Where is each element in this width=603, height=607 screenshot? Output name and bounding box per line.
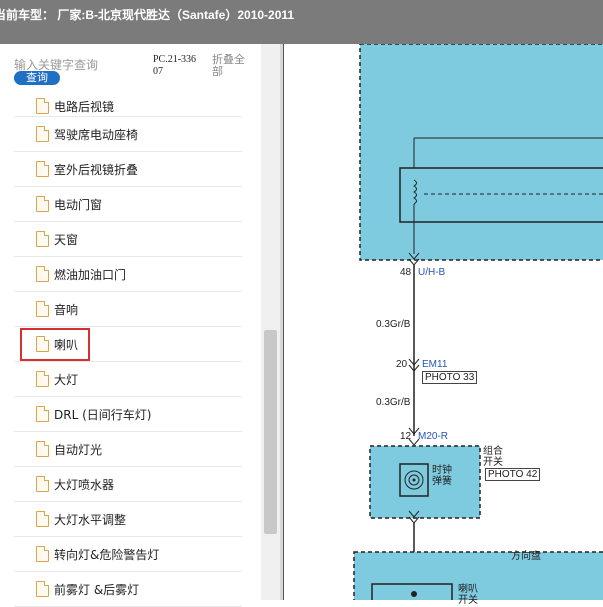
wire-spec-1: 0.3Gr/B [376, 319, 411, 330]
relay-box [399, 167, 603, 223]
tree-item-label: 转向灯&危险警告灯 [54, 547, 160, 562]
tree-item[interactable]: 音响 [14, 292, 242, 327]
document-icon [36, 98, 49, 114]
document-icon [36, 546, 49, 562]
tree-item[interactable]: 大灯 [14, 362, 242, 397]
tree-item[interactable]: 大灯喷水器 [14, 467, 242, 502]
clock-spring-label: 时钟 弹簧 [432, 465, 452, 487]
title-bar: 当前车型： 厂家:B-北京现代胜达（Santafe）2010-2011 [0, 0, 603, 44]
document-icon [36, 161, 49, 177]
wiring-diagram-graphic [353, 44, 603, 600]
photo-42-label: PHOTO 42 [485, 468, 541, 481]
tree-item[interactable]: 自动灯光 [14, 432, 242, 467]
horn-switch-label: 喇叭 开关 [458, 584, 478, 606]
tree-item[interactable]: 燃油加油口门 [14, 257, 242, 292]
document-icon [36, 266, 49, 282]
tree-item-label: 电动门窗 [54, 197, 103, 212]
tree-item-label: DRL (日间行车灯) [54, 407, 152, 422]
pin-48-label: 48 [400, 267, 412, 278]
tree-item[interactable]: 天窗 [14, 222, 242, 257]
connector-em11-label: EM11 [422, 359, 448, 370]
connector-m20r-label: M20-R [418, 431, 449, 442]
tree-item-label: 室外后视镜折叠 [54, 162, 139, 177]
wire-spec-2: 0.3Gr/B [376, 397, 411, 408]
tree-item-label: 大灯 [54, 372, 79, 387]
wiring-diagram: 48 U/H-B 0.3Gr/B 20 EM11 PHOTO 33 0.3Gr/… [283, 44, 603, 606]
tree-item-label: 大灯水平调整 [54, 512, 127, 527]
steering-wheel-label: 方向盘 [511, 551, 541, 562]
search-button[interactable]: 查询 [14, 71, 60, 85]
document-icon [36, 476, 49, 492]
tree-item-label: 天窗 [54, 232, 79, 247]
tree-item-label: 前雾灯 &后雾灯 [54, 582, 140, 597]
tree-item[interactable]: 前雾灯 &后雾灯 [14, 572, 242, 607]
tree-item[interactable]: 大灯水平调整 [14, 502, 242, 537]
document-icon [36, 441, 49, 457]
photo-33-label: PHOTO 33 [422, 371, 478, 384]
combination-switch-label: 组合 开关 [483, 446, 503, 468]
current-vehicle-title: 当前车型： 厂家:B-北京现代胜达（Santafe）2010-2011 [0, 8, 295, 22]
tree-item[interactable]: 电动门窗 [14, 187, 242, 222]
tree-item-label: 音响 [54, 302, 79, 317]
search-input[interactable] [14, 58, 146, 72]
tree-item-label: 电路后视镜 [54, 99, 115, 114]
tree-item[interactable]: 驾驶席电动座椅 [14, 117, 242, 152]
document-icon [36, 511, 49, 527]
scrollbar-thumb[interactable] [264, 330, 277, 534]
tree-item-label: 喇叭 [54, 337, 79, 352]
upper-module-box [359, 44, 603, 261]
tree-item[interactable]: DRL (日间行车灯) [14, 397, 242, 432]
document-icon [36, 336, 49, 352]
tree-item[interactable]: 室外后视镜折叠 [14, 152, 242, 187]
document-icon [36, 196, 49, 212]
document-icon [36, 126, 49, 142]
pin-20-label: 20 [396, 359, 408, 370]
document-icon [36, 371, 49, 387]
tree-item[interactable]: 转向灯&危险警告灯 [14, 537, 242, 572]
pc-code: PC.21-33607 [153, 54, 197, 77]
tree-item-label: 自动灯光 [54, 442, 103, 457]
connector-uhb-label: U/H-B [418, 267, 446, 278]
tree-list: 电路后视镜 驾驶席电动座椅 室外后视镜折叠 电动门窗 天窗 燃油加油口门 音响 … [14, 96, 242, 607]
tree-item[interactable]: 电路后视镜 [14, 96, 242, 117]
pin-12-label: 12 [400, 431, 412, 442]
tree-item-selected[interactable]: 喇叭 [14, 327, 242, 362]
document-icon [36, 301, 49, 317]
document-icon [36, 231, 49, 247]
collapse-all-button[interactable]: 折叠全部 [212, 54, 252, 78]
tree-item-label: 驾驶席电动座椅 [54, 127, 139, 142]
document-icon [36, 406, 49, 422]
document-icon [36, 581, 49, 597]
tree-item-label: 燃油加油口门 [54, 267, 127, 282]
tree-item-label: 大灯喷水器 [54, 477, 115, 492]
